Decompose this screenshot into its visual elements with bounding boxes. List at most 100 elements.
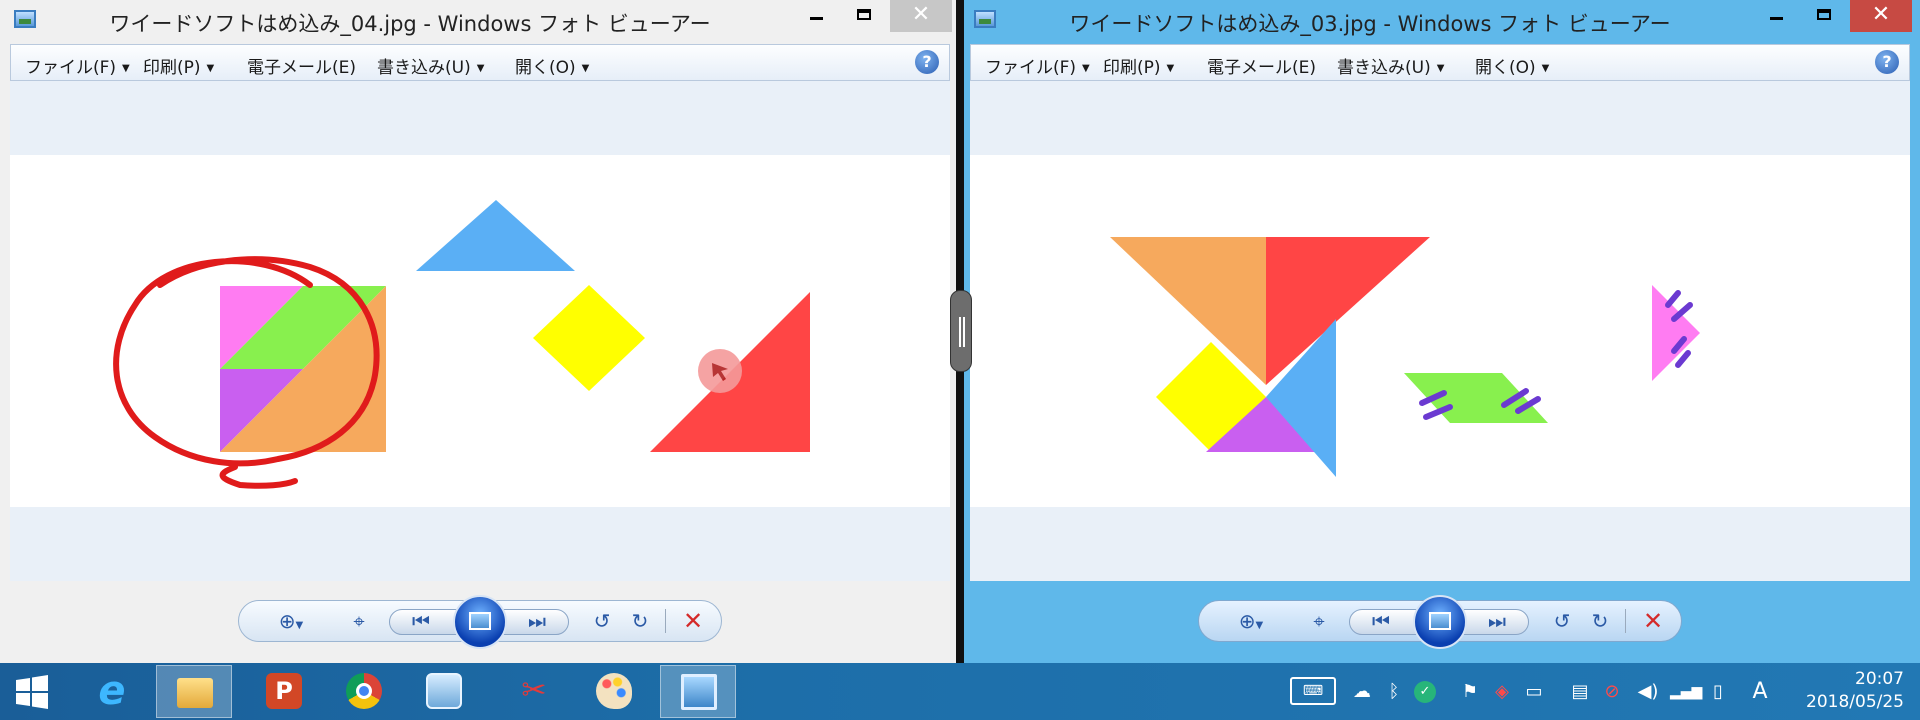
book-icon[interactable]: ▭: [1522, 679, 1546, 705]
maximize-button[interactable]: [838, 0, 890, 32]
delete-icon[interactable]: ✕: [675, 601, 711, 641]
minimize-icon: [1769, 17, 1783, 20]
title-bar[interactable]: ワイードソフトはめ込み_03.jpg - Windows フォト ビューアー ✕: [960, 0, 1920, 44]
photo-canvas: [970, 155, 1910, 507]
photo-viewer-window-left[interactable]: ワイードソフトはめ込み_04.jpg - Windows フォト ビューアー ✕…: [0, 0, 960, 663]
ime-indicator[interactable]: A: [1748, 679, 1772, 705]
menu-email[interactable]: 電子メール(E): [247, 53, 356, 78]
menu-open[interactable]: 開く(O) ▼: [515, 53, 589, 78]
control-panel-icon: [426, 673, 462, 709]
antivirus-icon[interactable]: ⊘: [1600, 679, 1624, 705]
menu-email[interactable]: 電子メール(E): [1207, 53, 1316, 78]
photo-viewer-window-right[interactable]: ワイードソフトはめ込み_03.jpg - Windows フォト ビューアー ✕…: [960, 0, 1920, 663]
minimize-button[interactable]: [1750, 0, 1802, 32]
help-icon[interactable]: ?: [915, 50, 939, 74]
separator: [1625, 609, 1626, 633]
powerpoint-icon: P: [266, 673, 302, 709]
actual-size-icon[interactable]: ⌖: [339, 601, 379, 641]
photo-viewer-app-icon[interactable]: [974, 10, 996, 28]
menu-print[interactable]: 印刷(P) ▼: [143, 53, 214, 78]
split-drag-handle[interactable]: [950, 290, 972, 372]
taskbar-photo-viewer[interactable]: [660, 665, 736, 718]
help-icon[interactable]: ?: [1875, 50, 1899, 74]
title-bar[interactable]: ワイードソフトはめ込み_04.jpg - Windows フォト ビューアー ✕: [0, 0, 960, 44]
flag-icon[interactable]: ⚑: [1458, 679, 1482, 705]
keyboard-icon[interactable]: ⌨: [1290, 677, 1336, 705]
internet-explorer-icon: e: [98, 668, 126, 714]
slideshow-icon: [469, 612, 491, 630]
window-title: ワイードソフトはめ込み_04.jpg - Windows フォト ビューアー: [109, 12, 711, 36]
chevron-down-icon: ▼: [122, 63, 130, 74]
rotate-left-icon[interactable]: ↺: [1547, 601, 1577, 641]
clock[interactable]: 20:07 2018/05/25: [1806, 668, 1904, 714]
menu-file[interactable]: ファイル(F) ▼: [25, 53, 130, 78]
chevron-down-icon: ▼: [581, 63, 590, 74]
tangram-image-03: [1110, 237, 1700, 477]
chevron-down-icon: ▼: [1082, 63, 1090, 74]
grip-line: [959, 317, 961, 347]
delete-icon[interactable]: ✕: [1635, 601, 1671, 641]
taskbar-internet-explorer[interactable]: e: [74, 665, 150, 718]
close-button[interactable]: ✕: [890, 0, 952, 32]
previous-icon[interactable]: ⏮: [399, 601, 443, 641]
rotate-right-icon[interactable]: ↻: [1585, 601, 1615, 641]
menu-file[interactable]: ファイル(F) ▼: [985, 53, 1090, 78]
menu-print[interactable]: 印刷(P) ▼: [1103, 53, 1174, 78]
rotate-right-icon[interactable]: ↻: [625, 601, 655, 641]
acrobat-icon[interactable]: ◈: [1490, 679, 1514, 705]
rotate-left-icon[interactable]: ↺: [587, 601, 617, 641]
image-view[interactable]: [970, 81, 1910, 581]
next-icon[interactable]: ⏭: [515, 601, 559, 641]
maximize-icon: [857, 9, 871, 20]
taskbar-paint[interactable]: [576, 665, 652, 718]
zoom-icon[interactable]: ⊕▼: [1231, 601, 1271, 641]
menu-burn[interactable]: 書き込み(U) ▼: [1337, 53, 1444, 78]
chrome-icon: [346, 673, 382, 709]
minimize-icon: [809, 17, 823, 20]
image-view[interactable]: [10, 81, 950, 581]
taskbar: e P ✂ ⌨ ☁ ᛒ ✓ ⚑ ◈ ▭ ▤ ⊘ ◀) ▂▄▆ ▯ A 20:07…: [0, 663, 1920, 720]
slideshow-button[interactable]: [1413, 595, 1467, 649]
close-button[interactable]: ✕: [1850, 0, 1912, 32]
slideshow-icon: [1429, 612, 1451, 630]
chevron-down-icon: ▼: [206, 63, 215, 74]
paint-icon: [596, 673, 632, 709]
menu-open[interactable]: 開く(O) ▼: [1475, 53, 1549, 78]
battery-icon[interactable]: ▯: [1706, 679, 1730, 705]
app-icon[interactable]: ✓: [1414, 681, 1436, 703]
next-icon[interactable]: ⏭: [1475, 601, 1519, 641]
snipping-tool-icon: ✂: [521, 673, 547, 708]
chevron-down-icon: ▼: [1436, 63, 1445, 74]
window-title: ワイードソフトはめ込み_03.jpg - Windows フォト ビューアー: [1069, 12, 1671, 36]
menu-burn[interactable]: 書き込み(U) ▼: [377, 53, 484, 78]
chevron-down-icon: ▼: [476, 63, 485, 74]
maximize-button[interactable]: [1798, 0, 1850, 32]
clock-date: 2018/05/25: [1806, 692, 1904, 712]
network-drive-icon[interactable]: ▤: [1568, 679, 1592, 705]
photo-viewer-app-icon[interactable]: [14, 10, 36, 28]
orange-triangle: [1110, 237, 1266, 385]
separator: [665, 609, 666, 633]
taskbar-file-explorer[interactable]: [156, 665, 232, 718]
actual-size-icon[interactable]: ⌖: [1299, 601, 1339, 641]
minimize-button[interactable]: [790, 0, 842, 32]
slideshow-button[interactable]: [453, 595, 507, 649]
taskbar-chrome[interactable]: [326, 665, 402, 718]
red-triangle: [1266, 237, 1430, 385]
taskbar-control-panel[interactable]: [406, 665, 482, 718]
cursor-highlight: [698, 349, 742, 393]
taskbar-snipping-tool[interactable]: ✂: [496, 665, 572, 718]
onedrive-icon[interactable]: ☁: [1350, 679, 1374, 705]
bluetooth-icon[interactable]: ᛒ: [1382, 679, 1406, 705]
blue-triangle: [416, 200, 575, 271]
photo-canvas: [10, 155, 950, 507]
menu-bar: ファイル(F) ▼ 印刷(P) ▼ 電子メール(E) 書き込み(U) ▼ 開く(O) ▼…: [10, 44, 950, 81]
signal-icon[interactable]: ▂▄▆: [1670, 679, 1702, 705]
volume-icon[interactable]: ◀): [1636, 679, 1660, 705]
grip-line: [963, 317, 965, 347]
zoom-icon[interactable]: ⊕▼: [271, 601, 311, 641]
file-explorer-icon: [177, 678, 213, 708]
taskbar-powerpoint[interactable]: P: [246, 665, 322, 718]
windows-start-icon[interactable]: [14, 674, 50, 710]
previous-icon[interactable]: ⏮: [1359, 601, 1403, 641]
